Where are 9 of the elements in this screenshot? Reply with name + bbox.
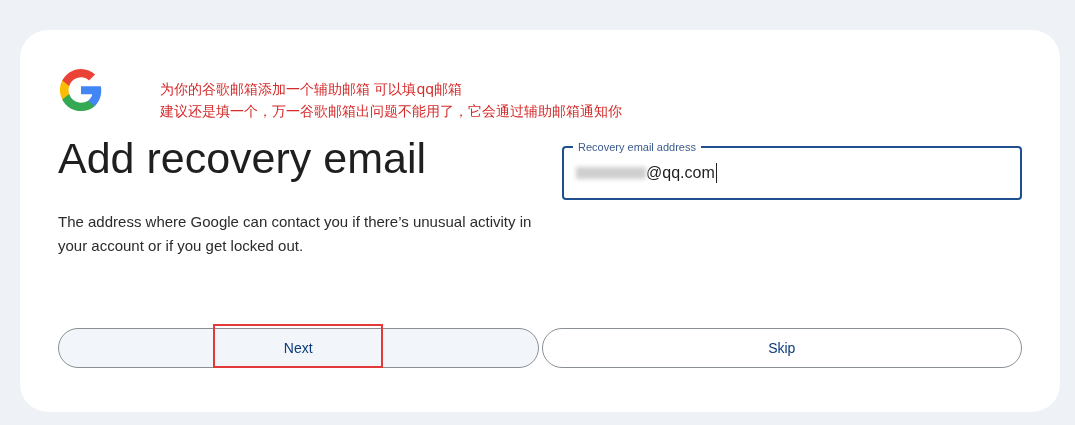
- action-button[interactable]: Next: [58, 328, 539, 368]
- field-value: @qq.com: [646, 164, 715, 182]
- text-cursor: [715, 163, 717, 183]
- annotation-text: 建议还是填一个，万一谷歌邮箱出问题不能用了，它会通过辅助邮箱通知你: [160, 102, 622, 121]
- google-g-logo-icon: [58, 67, 104, 113]
- description-text: The address where Google can contact you if there’s unusual activity in your account or if you get locked out.: [58, 212, 533, 256]
- page-heading: Add recovery email: [58, 133, 428, 184]
- action-button[interactable]: Skip: [541, 328, 1022, 368]
- annotation-text: 为你的谷歌邮箱添加一个辅助邮箱 可以填qq邮箱: [160, 80, 464, 99]
